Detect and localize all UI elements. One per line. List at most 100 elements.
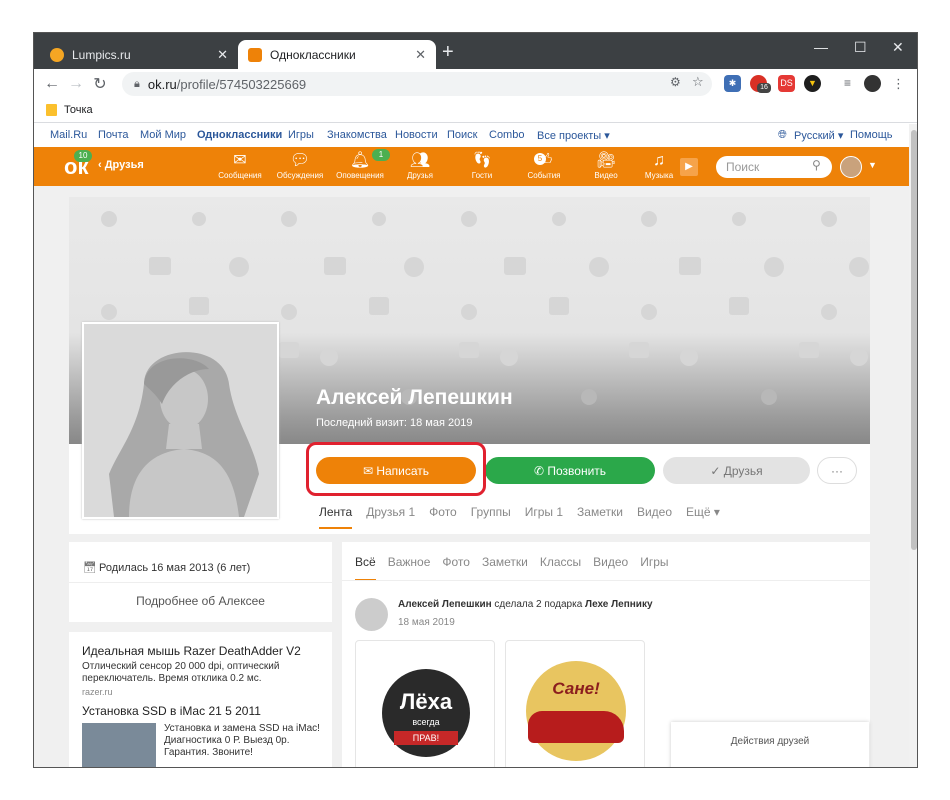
envelope-icon: ✉ xyxy=(233,152,247,169)
tab-games[interactable]: Игры 1 xyxy=(525,505,563,529)
chevron-down-icon[interactable]: ▼ xyxy=(868,160,877,170)
user-avatar[interactable] xyxy=(840,156,862,178)
gift-card[interactable]: Лёха всегда ПРАВ! xyxy=(355,640,495,767)
ad-title[interactable]: Идеальная мышь Razer DeathAdder V2 xyxy=(82,644,301,658)
portal-link[interactable]: Новости xyxy=(395,129,438,141)
bookmarks-bar: Точка xyxy=(34,99,917,123)
music-play-icon[interactable]: ▶ xyxy=(680,158,698,176)
feed-tab-photos[interactable]: Фото xyxy=(442,555,470,581)
minimize-button[interactable]: — xyxy=(814,39,828,55)
more-about-link[interactable]: Подробнее об Алексее xyxy=(69,594,332,608)
profile-avatar-icon[interactable] xyxy=(864,75,881,92)
profile-avatar[interactable] xyxy=(82,322,279,519)
friends-actions-widget[interactable]: Действия друзей xyxy=(671,722,869,767)
extension-gear-icon[interactable]: ✱ xyxy=(724,75,741,92)
new-tab-button[interactable]: + xyxy=(442,42,454,62)
scrollbar-thumb[interactable] xyxy=(911,130,917,550)
tab-title: Lumpics.ru xyxy=(72,47,131,62)
nav-guests[interactable]: 👣︎ Гости xyxy=(454,151,510,180)
close-tab-icon[interactable]: ✕ xyxy=(415,47,426,63)
extension-ds-icon[interactable]: DS xyxy=(778,75,795,92)
nav-discussions[interactable]: 💬︎ Обсуждения xyxy=(272,151,328,180)
tab-more[interactable]: Ещё ▾ xyxy=(686,505,720,529)
post-author-avatar[interactable] xyxy=(355,598,388,631)
ad-text: Гарантия. Звоните! xyxy=(164,747,253,758)
calendar-icon: 📅︎ xyxy=(83,562,97,574)
profile-name: Алексей Лепешкин xyxy=(316,386,513,409)
post-target[interactable]: Лехе Лепнику xyxy=(585,599,652,610)
gift-card[interactable]: Сане! xyxy=(505,640,645,767)
tab-notes[interactable]: Заметки xyxy=(577,505,623,529)
friends-button[interactable]: ✓ Друзья xyxy=(663,457,810,484)
nav-label: Оповещения xyxy=(336,171,384,180)
post-action: сделала 2 подарка xyxy=(491,599,586,610)
feed-tab-all[interactable]: Всё xyxy=(355,555,376,581)
post-author[interactable]: Алексей Лепешкин xyxy=(398,599,492,610)
portal-link[interactable]: Мой Мир xyxy=(140,129,186,141)
close-tab-icon[interactable]: ✕ xyxy=(217,47,228,63)
tab-video[interactable]: Видео xyxy=(637,505,672,529)
chat-icon: 💬︎ xyxy=(289,152,311,169)
portal-link[interactable]: Почта xyxy=(98,129,129,141)
language-selector[interactable]: Русский ▾ xyxy=(794,129,843,142)
feed-tab-important[interactable]: Важное xyxy=(388,555,431,581)
tab-feed[interactable]: Лента xyxy=(319,505,353,529)
ad-source[interactable]: razer.ru xyxy=(82,687,113,697)
divider xyxy=(69,582,332,583)
portal-link[interactable]: Поиск xyxy=(447,129,477,141)
back-icon[interactable]: ← xyxy=(40,75,64,93)
close-window-button[interactable]: ✕ xyxy=(892,39,904,56)
browser-menu-icon[interactable]: ⋮ xyxy=(890,75,907,92)
nav-music[interactable]: ♫ Музыка xyxy=(631,151,687,180)
reload-icon[interactable]: ↻ xyxy=(88,74,112,94)
nav-messages[interactable]: ✉ Сообщения xyxy=(212,151,268,180)
bookmark-star-icon[interactable]: ☆ xyxy=(692,74,704,90)
nav-label: Обсуждения xyxy=(276,171,324,180)
forward-icon[interactable]: → xyxy=(64,75,88,93)
tab-lumpics[interactable]: Lumpics.ru ✕ xyxy=(40,40,238,69)
feed-tab-video[interactable]: Видео xyxy=(593,555,628,581)
back-to-friends-link[interactable]: ‹ Друзья xyxy=(98,159,144,171)
feed-tab-notes[interactable]: Заметки xyxy=(482,555,528,581)
feed-tab-games[interactable]: Игры xyxy=(640,555,668,581)
ok-header: ок 10 ‹ Друзья ✉ Сообщения 💬︎ Обсуждения 🔔… xyxy=(34,147,909,186)
search-icon[interactable]: ⚲ xyxy=(812,158,821,172)
globe-icon: 🌐︎ xyxy=(778,129,787,141)
portal-link-active[interactable]: Одноклассники xyxy=(197,129,282,141)
address-bar[interactable]: 🔒︎ ok.ru/profile/574503225669 ⚙ ☆ xyxy=(122,72,712,96)
ad-text: Диагностика 0 Р. Выезд 0р. xyxy=(164,735,290,746)
help-link[interactable]: Помощь xyxy=(850,129,893,141)
portal-link[interactable]: Mail.Ru xyxy=(50,129,87,141)
ok-logo-badge: 10 xyxy=(74,150,92,162)
portal-link[interactable]: Combo xyxy=(489,129,524,141)
tab-groups[interactable]: Группы xyxy=(471,505,511,529)
tab-odnoklassniki[interactable]: Одноклассники ✕ xyxy=(238,40,436,69)
bookmark-tochka[interactable]: Точка xyxy=(64,104,93,116)
nav-friends[interactable]: 👥︎ Друзья xyxy=(392,151,448,180)
last-visit: Последний визит: 18 мая 2019 xyxy=(316,417,473,429)
portal-link[interactable]: Все проекты ▾ xyxy=(537,129,610,142)
gift-subtext: всегда xyxy=(412,717,440,727)
portal-link[interactable]: Игры xyxy=(288,129,314,141)
tab-photos[interactable]: Фото xyxy=(429,505,457,529)
call-button[interactable]: ✆ Позвонить xyxy=(485,457,655,484)
portal-link[interactable]: Знакомства xyxy=(327,129,387,141)
nav-label: Друзья xyxy=(407,171,433,180)
lock-icon: 🔒︎ xyxy=(134,77,140,90)
video-icon: 🎥︎ xyxy=(595,152,617,169)
maximize-button[interactable]: ☐ xyxy=(854,39,867,56)
extension-shield-icon[interactable]: ▼ xyxy=(804,75,821,92)
feed-tab-likes[interactable]: Классы xyxy=(540,555,581,581)
tab-friends[interactable]: Друзья 1 xyxy=(366,505,415,529)
page-scrollbar[interactable] xyxy=(909,124,917,767)
reading-list-icon[interactable]: ≡ xyxy=(839,75,856,92)
folder-icon xyxy=(46,104,57,116)
more-options-button[interactable]: ··· xyxy=(817,457,857,484)
ad-image[interactable] xyxy=(82,723,156,767)
ad-title[interactable]: Установка SSD в iMac 21 5 2011 xyxy=(82,704,261,718)
events-badge: 5 xyxy=(534,153,546,165)
nav-video[interactable]: 🎥︎ Видео xyxy=(578,151,634,180)
car-image xyxy=(528,711,624,743)
extension-puzzle-icon[interactable]: ⚙ xyxy=(670,75,681,89)
tab-title: Одноклассники xyxy=(270,47,356,62)
